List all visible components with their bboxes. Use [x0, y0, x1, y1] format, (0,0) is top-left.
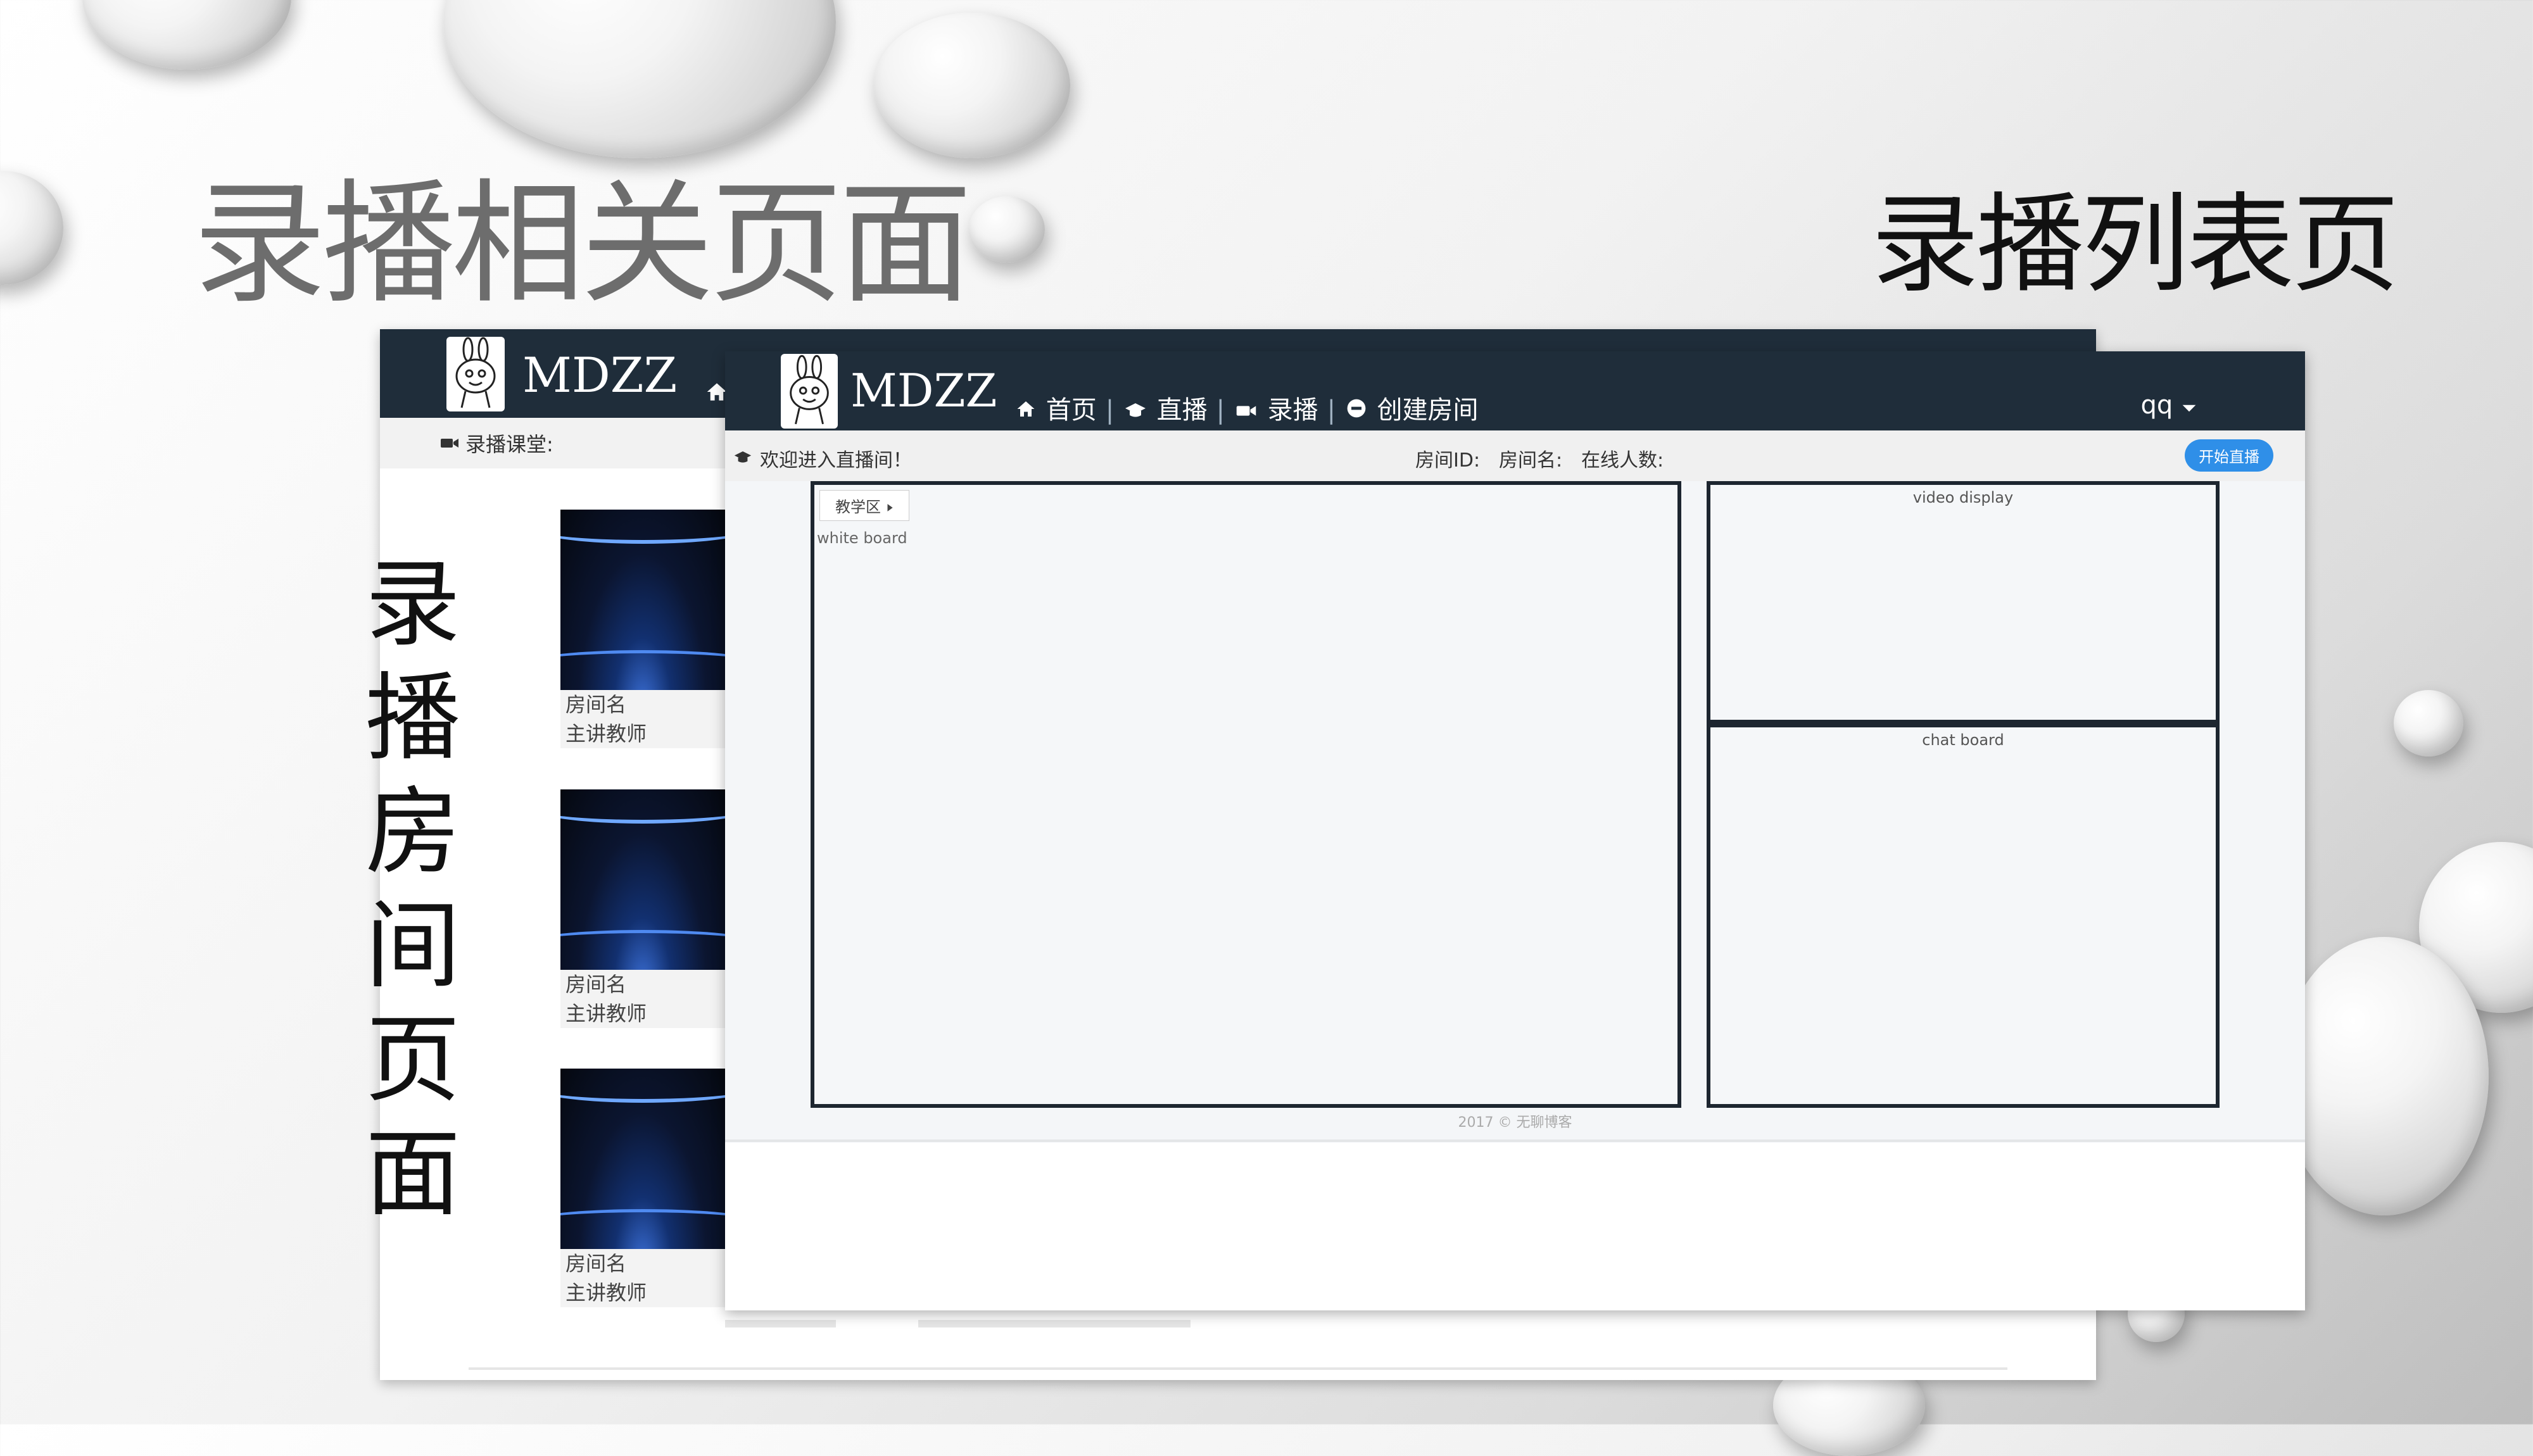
room-name: 房间名 — [565, 972, 627, 996]
water-drop — [82, 0, 291, 70]
section-title: 录播课堂: — [465, 432, 553, 456]
whiteboard-label: white board — [817, 529, 907, 547]
caret-down-icon[interactable] — [2181, 391, 2197, 420]
recording-card[interactable]: 房间名 主讲教师 — [560, 510, 725, 748]
start-live-button[interactable]: 开始直播 — [2185, 439, 2273, 472]
classroom-area: 教学区 white board video display chat board — [725, 481, 2305, 1143]
whiteboard-panel[interactable]: 教学区 white board — [811, 481, 1681, 1108]
minus-circle-icon[interactable] — [1346, 396, 1367, 425]
water-drop — [2280, 937, 2489, 1215]
room-name-label: 房间名: — [1499, 449, 1563, 472]
room-name: 房间名 — [565, 693, 627, 717]
list-page-label: 录播列表页 — [1871, 182, 2399, 308]
logo — [446, 337, 505, 411]
video-label: video display — [1912, 489, 2014, 506]
navbar: MDZZ 首页 | 直播 | 录播 | 创建房间 qq — [725, 351, 2305, 430]
water-drop — [2394, 690, 2463, 756]
nav-recorded[interactable]: 录播 — [1268, 396, 1318, 425]
chat-label: chat board — [1922, 731, 2004, 749]
nav-create-room[interactable]: 创建房间 — [1377, 396, 1478, 425]
divider — [918, 1320, 1191, 1327]
room-info-bar: 欢迎进入直播间！ 房间ID: 房间名: 在线人数: 开始直播 — [725, 430, 2305, 481]
nav-live[interactable]: 直播 — [1157, 396, 1208, 425]
main-nav: 首页 | 直播 | 录播 | 创建房间 — [1016, 389, 1481, 426]
teaching-zone-tab[interactable]: 教学区 — [819, 490, 909, 521]
water-drop — [0, 171, 63, 285]
recording-card[interactable]: 房间名 主讲教师 — [560, 1069, 725, 1307]
teacher-name: 主讲教师 — [565, 1001, 647, 1026]
teacher-name: 主讲教师 — [565, 1281, 647, 1305]
live-room-window: MDZZ 首页 | 直播 | 录播 | 创建房间 qq 欢迎进入直播间！ 房间ID: … — [725, 351, 2305, 1310]
recording-card[interactable]: 房间名 主讲教师 — [560, 789, 725, 1028]
room-id-label: 房间ID: — [1415, 449, 1481, 472]
room-page-label: 录播房间页面 — [365, 549, 460, 1229]
divider — [725, 1139, 2305, 1142]
recording-thumbnail[interactable] — [560, 1069, 725, 1249]
chat-panel[interactable]: chat board — [1707, 724, 2220, 1108]
teaching-zone-label: 教学区 — [835, 498, 881, 516]
username[interactable]: qq — [2141, 391, 2173, 420]
home-icon[interactable] — [706, 381, 728, 405]
recording-thumbnail[interactable] — [560, 789, 725, 970]
water-drop — [969, 196, 1045, 263]
footer: 2017 © 无聊博客 — [1458, 1115, 1572, 1131]
video-panel[interactable]: video display — [1707, 481, 2220, 724]
welcome-text: 欢迎进入直播间！ — [760, 449, 912, 472]
video-camera-icon[interactable] — [1235, 396, 1257, 425]
logo — [781, 354, 838, 429]
brand-name[interactable]: MDZZ — [850, 364, 997, 417]
home-icon[interactable] — [1016, 396, 1035, 425]
online-count-label: 在线人数: — [1581, 449, 1664, 472]
slide-title: 录播相关页面 — [193, 166, 972, 322]
brand-name[interactable]: MDZZ — [522, 347, 677, 403]
room-name: 房间名 — [565, 1252, 627, 1276]
video-camera-icon — [440, 431, 459, 455]
water-drop — [443, 0, 836, 158]
divider — [469, 1367, 2007, 1370]
recording-thumbnail[interactable] — [560, 510, 725, 690]
caret-right-icon — [886, 498, 894, 516]
graduation-cap-icon — [734, 447, 752, 469]
graduation-cap-icon[interactable] — [1125, 396, 1146, 425]
divider — [725, 1320, 836, 1327]
teacher-name: 主讲教师 — [565, 722, 647, 746]
nav-home[interactable]: 首页 — [1046, 396, 1097, 425]
user-menu[interactable]: qq — [2141, 391, 2198, 420]
